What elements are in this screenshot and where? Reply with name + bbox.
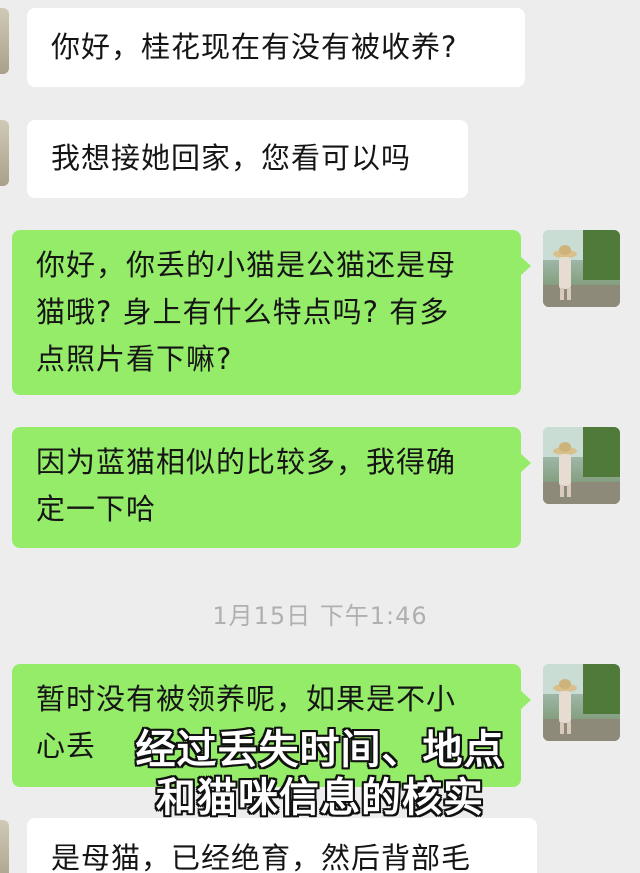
message-timestamp: 1月15日 下午1:46 <box>212 602 428 630</box>
contact-avatar[interactable] <box>0 820 9 873</box>
message-text: 暂时没有被领养呢，如果是不小 <box>36 682 457 716</box>
message-text: 是母猫，已经绝育，然后背部毛 <box>51 841 472 873</box>
message-text: 猫哦? 身上有什么特点吗? 有多 <box>36 295 450 329</box>
user-avatar[interactable] <box>543 230 620 307</box>
chat-conversation[interactable]: 你好，桂花现在有没有被收养? 我想接她回家，您看可以吗 你好，你丢的小猫是公猫还… <box>0 0 640 873</box>
message-text: 定一下哈 <box>36 492 157 526</box>
message-text: 你好，你丢的小猫是公猫还是母 <box>36 248 457 282</box>
message-text: 我想接她回家，您看可以吗 <box>51 141 412 175</box>
subtitle-line: 经过丢失时间、地点 <box>135 727 505 773</box>
subtitle-line: 和猫咪信息的核实 <box>156 775 484 821</box>
message-bubble-outgoing[interactable]: 因为蓝猫相似的比较多，我得确 定一下哈 <box>12 427 531 548</box>
message-text: 你好，桂花现在有没有被收养? <box>51 30 458 64</box>
avatar-photo-icon <box>543 427 620 504</box>
avatar-photo-icon <box>543 230 620 307</box>
message-bubble-incoming[interactable]: 是母猫，已经绝育，然后背部毛 <box>27 818 537 873</box>
message-bubble-incoming[interactable]: 我想接她回家，您看可以吗 <box>27 120 468 198</box>
contact-avatar[interactable] <box>0 8 9 74</box>
contact-avatar[interactable] <box>0 120 9 186</box>
message-text: 点照片看下嘛? <box>36 342 233 376</box>
message-bubble-incoming[interactable]: 你好，桂花现在有没有被收养? <box>27 8 525 87</box>
message-bubble-outgoing[interactable]: 你好，你丢的小猫是公猫还是母 猫哦? 身上有什么特点吗? 有多 点照片看下嘛? <box>12 230 531 395</box>
subtitle-caption: 和猫咪信息的核实 <box>0 773 640 823</box>
user-avatar[interactable] <box>543 427 620 504</box>
subtitle-caption: 经过丢失时间、地点 <box>0 725 640 775</box>
message-text: 因为蓝猫相似的比较多，我得确 <box>36 445 457 479</box>
